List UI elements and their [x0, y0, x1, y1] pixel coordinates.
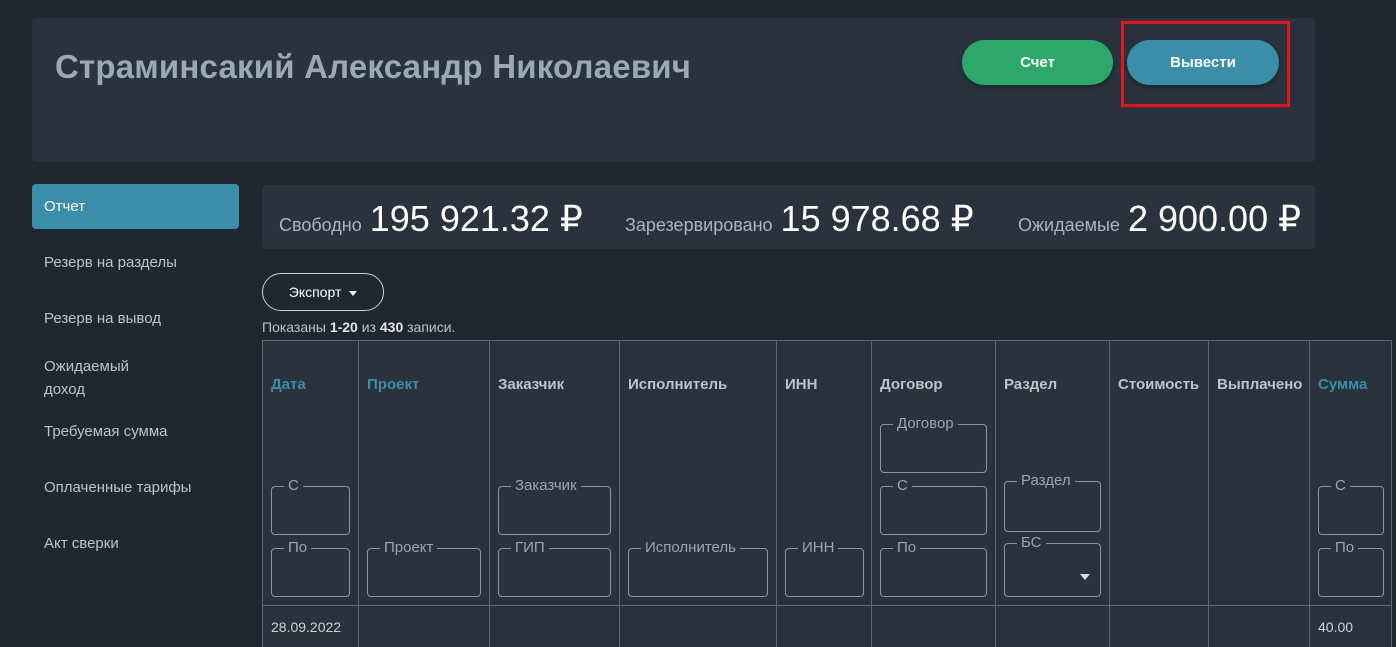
records-summary: Показаны 1-20 из 430 записи. — [262, 319, 455, 335]
col-header-paid: Выплачено — [1217, 376, 1303, 393]
filter-label-section: Раздел — [1017, 473, 1075, 489]
summary-prefix: Показаны — [262, 319, 326, 335]
table-row[interactable]: 28.09.2022 40.00 — [262, 605, 1392, 647]
chevron-down-icon — [349, 290, 358, 296]
column-cost: Стоимость — [1109, 340, 1209, 606]
col-header-date[interactable]: Дата — [271, 376, 306, 393]
summary-total: 430 — [379, 319, 404, 335]
stat-expected-label: Ожидаемые — [1018, 215, 1120, 235]
col-header-cost: Стоимость — [1118, 376, 1200, 393]
caret-down-icon — [1080, 574, 1090, 580]
stat-reserved-label: Зарезервировано — [625, 215, 773, 235]
filter-label-bs: БС — [1017, 535, 1046, 551]
report-table: Дата С По Проект Проект Заказчик Заказчи… — [262, 340, 1392, 647]
sidebar-item-reconciliation[interactable]: Акт сверки — [32, 535, 131, 552]
filter-label-to: По — [284, 540, 312, 556]
column-project: Проект Проект — [358, 340, 490, 606]
sidebar-item-withdraw-reserve[interactable]: Резерв на вывод — [32, 310, 173, 327]
column-section: Раздел Раздел БС — [995, 340, 1110, 606]
stat-reserved: Зарезервировано 15 978.68 ₽ — [625, 185, 974, 249]
highlight-box — [1121, 21, 1290, 107]
date-from-filter[interactable]: С — [271, 478, 350, 535]
filter-label-gip: ГИП — [511, 540, 549, 556]
amount-from-filter[interactable]: С — [1318, 478, 1384, 535]
stat-reserved-value: 15 978.68 ₽ — [780, 198, 974, 239]
cell-amount: 40.00 — [1309, 605, 1392, 647]
cell-executor — [619, 605, 777, 647]
filter-label-contract-from: С — [893, 478, 912, 494]
cell-customer — [489, 605, 620, 647]
bs-select[interactable]: БС — [1004, 535, 1101, 597]
stat-expected: Ожидаемые 2 900.00 ₽ — [1018, 185, 1301, 249]
column-inn: ИНН ИНН — [776, 340, 872, 606]
cell-paid — [1208, 605, 1310, 647]
col-header-project[interactable]: Проект — [367, 376, 419, 393]
executor-filter[interactable]: Исполнитель — [628, 540, 768, 597]
stat-free: Свободно 195 921.32 ₽ — [279, 185, 583, 249]
summary-of: из — [361, 319, 376, 335]
column-date: Дата С По — [262, 340, 359, 606]
col-header-inn: ИНН — [785, 376, 818, 393]
cell-contract — [871, 605, 996, 647]
filter-label-from: С — [284, 478, 303, 494]
gip-filter[interactable]: ГИП — [498, 540, 611, 597]
cell-project — [358, 605, 490, 647]
filter-label-amount-to: По — [1331, 540, 1359, 556]
col-header-section: Раздел — [1004, 376, 1058, 393]
sidebar-item-section-reserve[interactable]: Резерв на разделы — [32, 254, 189, 271]
column-executor: Исполнитель Исполнитель — [619, 340, 777, 606]
filter-label-executor: Исполнитель — [641, 540, 740, 556]
cell-section — [995, 605, 1110, 647]
col-header-contract: Договор — [880, 376, 943, 393]
column-contract: Договор Договор С По — [871, 340, 996, 606]
filter-label-amount-from: С — [1331, 478, 1350, 494]
balance-stats: Свободно 195 921.32 ₽ Зарезервировано 15… — [262, 185, 1315, 249]
contract-from-filter[interactable]: С — [880, 478, 987, 535]
header-card: Страминсакий Александр Николаевич Счет В… — [32, 18, 1315, 162]
cell-cost — [1109, 605, 1209, 647]
col-header-customer: Заказчик — [498, 376, 565, 393]
sidebar-item-expected-income[interactable]: Ожидаемый доход — [32, 355, 172, 401]
column-paid: Выплачено — [1208, 340, 1310, 606]
customer-filter[interactable]: Заказчик — [498, 478, 611, 535]
sidebar-item-required-sum[interactable]: Требуемая сумма — [32, 423, 180, 440]
sidebar-item-paid-tariffs[interactable]: Оплаченные тарифы — [32, 479, 203, 496]
section-filter[interactable]: Раздел — [1004, 473, 1101, 532]
col-header-executor: Исполнитель — [628, 376, 728, 393]
page-title: Страминсакий Александр Николаевич — [55, 48, 692, 85]
project-filter[interactable]: Проект — [367, 540, 481, 597]
summary-suffix: записи. — [407, 319, 456, 335]
summary-range: 1-20 — [329, 319, 358, 335]
schet-button[interactable]: Счет — [962, 40, 1113, 85]
stat-free-label: Свободно — [279, 215, 362, 235]
stat-expected-value: 2 900.00 ₽ — [1127, 198, 1301, 239]
filter-label-contract-to: По — [893, 540, 921, 556]
col-header-amount[interactable]: Сумма — [1318, 376, 1367, 393]
filter-label-customer: Заказчик — [511, 478, 581, 494]
cell-date: 28.09.2022 — [262, 605, 359, 647]
date-to-filter[interactable]: По — [271, 540, 350, 597]
sidebar-item-report[interactable]: Отчет — [32, 184, 239, 229]
filter-label-contract: Договор — [893, 416, 958, 432]
inn-filter[interactable]: ИНН — [785, 540, 864, 597]
amount-to-filter[interactable]: По — [1318, 540, 1384, 597]
contract-filter[interactable]: Договор — [880, 416, 987, 473]
column-customer: Заказчик Заказчик ГИП — [489, 340, 620, 606]
filter-label-inn: ИНН — [798, 540, 839, 556]
filter-label-project: Проект — [380, 540, 438, 556]
sidebar: Отчет Резерв на разделы Резерв на вывод … — [32, 184, 239, 552]
export-label: Экспорт — [288, 284, 342, 300]
column-amount: Сумма С По — [1309, 340, 1392, 606]
export-dropdown-button[interactable]: Экспорт — [262, 273, 384, 311]
stat-free-value: 195 921.32 ₽ — [369, 198, 583, 239]
cell-inn — [776, 605, 872, 647]
contract-to-filter[interactable]: По — [880, 540, 987, 597]
